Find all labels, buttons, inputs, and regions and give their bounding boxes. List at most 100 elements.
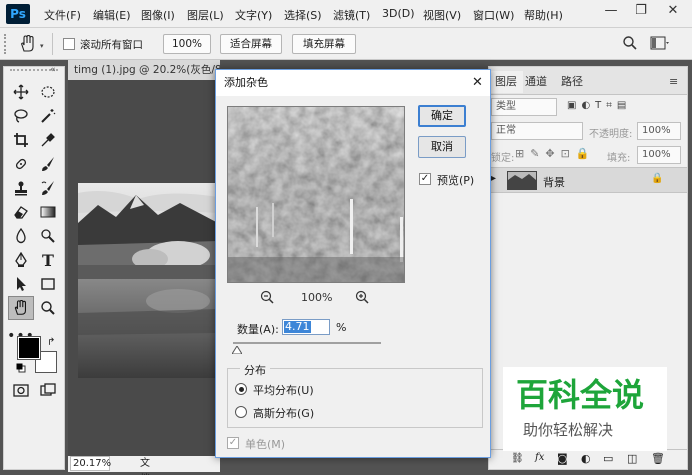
tab-paths[interactable]: 路径 xyxy=(555,71,589,93)
layer-name: 背景 xyxy=(543,176,565,189)
watermark: 百科全说 助你轻松解决 xyxy=(503,367,667,451)
workspace-icon[interactable] xyxy=(650,36,670,50)
amount-slider-track[interactable] xyxy=(233,342,381,344)
history-brush-tool-icon[interactable] xyxy=(37,177,59,199)
app-logo: Ps xyxy=(6,4,30,24)
amount-slider-thumb[interactable] xyxy=(231,344,244,355)
layer-row-background[interactable]: ▸ 背景 🔒 xyxy=(489,167,687,193)
eyedropper-tool-icon[interactable] xyxy=(37,129,59,151)
menu-select[interactable]: 选择(S) xyxy=(284,7,322,23)
new-group-icon[interactable]: ▭ xyxy=(603,452,613,465)
rectangle-tool-icon[interactable] xyxy=(37,273,59,295)
menu-filter[interactable]: 滤镜(T) xyxy=(333,7,370,23)
close-window-button[interactable]: ✕ xyxy=(658,0,688,24)
opacity-input[interactable]: 100% xyxy=(637,122,681,140)
dialog-title-bar[interactable]: 添加杂色 xyxy=(216,70,490,96)
hand-tool-icon[interactable] xyxy=(8,296,34,320)
magic-wand-tool-icon[interactable] xyxy=(37,105,59,127)
type-tool-icon[interactable]: T xyxy=(37,249,59,271)
menu-file[interactable]: 文件(F) xyxy=(44,7,81,23)
quick-mask-icon[interactable] xyxy=(10,379,32,401)
fill-screen-button[interactable]: 填充屏幕 xyxy=(292,34,356,54)
opacity-value: 100% xyxy=(642,125,671,136)
marquee-tool-icon[interactable] xyxy=(37,81,59,103)
zoom-in-icon[interactable] xyxy=(355,290,369,304)
options-bar: ▾ 滚动所有窗口 100% 适合屏幕 填充屏幕 xyxy=(0,28,692,60)
layer-kind-filter[interactable]: 类型 xyxy=(491,98,557,116)
document-image xyxy=(78,183,218,378)
collapse-toolbox-icon[interactable]: « xyxy=(50,65,56,75)
lock-label: 锁定: xyxy=(491,153,515,164)
menu-window[interactable]: 窗口(W) xyxy=(473,7,514,23)
eraser-tool-icon[interactable] xyxy=(10,201,32,223)
menu-image[interactable]: 图像(I) xyxy=(141,7,175,23)
menu-type[interactable]: 文字(Y) xyxy=(235,7,272,23)
minimize-button[interactable]: — xyxy=(596,0,626,24)
amount-label: 数量(A): xyxy=(237,323,279,336)
panel-menu-icon[interactable]: ≡ xyxy=(669,75,678,88)
screen-mode-icon[interactable] xyxy=(37,379,59,401)
visibility-eye-icon[interactable]: ▸ xyxy=(491,173,496,184)
gaussian-radio[interactable] xyxy=(235,406,247,418)
filter-icons[interactable]: ▣◐T⌗▤ xyxy=(567,100,631,111)
blend-mode-select[interactable]: 正常 xyxy=(491,122,583,140)
lock-icons[interactable]: ⊞✎✥⊡🔒 xyxy=(515,147,596,160)
dodge-tool-icon[interactable] xyxy=(37,225,59,247)
move-tool-icon[interactable] xyxy=(10,81,32,103)
healing-brush-tool-icon[interactable] xyxy=(10,153,32,175)
zoom-readout[interactable]: 20.17% xyxy=(70,456,111,471)
canvas-area[interactable] xyxy=(68,80,218,456)
monochromatic-checkbox[interactable]: ✓ xyxy=(227,437,239,449)
preview-checkbox[interactable]: ✓ xyxy=(419,173,431,185)
foreground-color-swatch[interactable] xyxy=(17,336,41,360)
noise-preview[interactable] xyxy=(227,106,405,283)
path-selection-tool-icon[interactable] xyxy=(10,273,32,295)
add-mask-icon[interactable]: ◙ xyxy=(557,452,568,465)
tab-channels[interactable]: 通道 xyxy=(519,71,553,93)
fit-screen-button[interactable]: 适合屏幕 xyxy=(220,34,282,54)
menu-view[interactable]: 视图(V) xyxy=(423,7,461,23)
hand-tool-preset-icon[interactable] xyxy=(18,34,38,53)
crop-tool-icon[interactable] xyxy=(10,129,32,151)
gradient-tool-icon[interactable] xyxy=(37,201,59,223)
uniform-radio[interactable] xyxy=(235,383,247,395)
adjustment-layer-icon[interactable]: ◐ xyxy=(581,452,591,465)
document-tab[interactable]: timg (1).jpg @ 20.2%(灰色/8) xyxy=(68,60,220,80)
brush-tool-icon[interactable] xyxy=(37,153,59,175)
menu-bar: Ps 文件(F) 编辑(E) 图像(I) 图层(L) 文字(Y) 选择(S) 滤… xyxy=(0,0,692,28)
watermark-subtitle: 助你轻松解决 xyxy=(523,421,614,439)
amount-value: 4.71 xyxy=(284,320,311,333)
doc-size-info[interactable]: 文档:1.98M/1.98M xyxy=(140,456,220,475)
swap-colors-icon[interactable]: ↱ xyxy=(47,337,55,348)
tab-layers[interactable]: 图层 xyxy=(489,71,523,93)
delete-layer-icon[interactable]: 🗑 xyxy=(651,452,665,465)
preview-label: 预览(P) xyxy=(437,174,475,187)
menu-edit[interactable]: 编辑(E) xyxy=(93,7,131,23)
cancel-button[interactable]: 取消 xyxy=(418,136,466,158)
blur-tool-icon[interactable] xyxy=(10,225,32,247)
menu-3d[interactable]: 3D(D) xyxy=(382,7,415,20)
lasso-tool-icon[interactable] xyxy=(10,105,32,127)
default-colors-icon[interactable] xyxy=(16,363,26,373)
search-icon[interactable] xyxy=(622,35,638,51)
ok-button[interactable]: 确定 xyxy=(418,105,466,127)
dialog-close-button[interactable]: ✕ xyxy=(472,75,483,90)
menu-layer[interactable]: 图层(L) xyxy=(187,7,224,23)
link-layers-icon[interactable]: ⛓ xyxy=(511,453,524,464)
zoom-100-button[interactable]: 100% xyxy=(163,34,211,54)
zoom-out-icon[interactable] xyxy=(260,290,274,304)
preset-dropdown-arrow-icon[interactable]: ▾ xyxy=(40,42,44,50)
amount-input[interactable]: 4.71 xyxy=(282,319,330,335)
zoom-tool-icon[interactable] xyxy=(37,297,59,319)
dialog-title: 添加杂色 xyxy=(224,76,268,89)
fill-input[interactable]: 100% xyxy=(637,146,681,164)
scroll-all-windows-checkbox[interactable] xyxy=(63,38,75,50)
restore-button[interactable]: ❐ xyxy=(626,0,656,24)
pen-tool-icon[interactable] xyxy=(10,249,32,271)
new-layer-icon[interactable]: ◫ xyxy=(627,452,637,465)
fx-icon[interactable]: fx xyxy=(535,452,544,463)
menu-help[interactable]: 帮助(H) xyxy=(524,7,563,23)
clone-stamp-tool-icon[interactable] xyxy=(10,177,32,199)
layer-thumbnail xyxy=(507,171,537,190)
gaussian-label: 高斯分布(G) xyxy=(253,407,315,420)
